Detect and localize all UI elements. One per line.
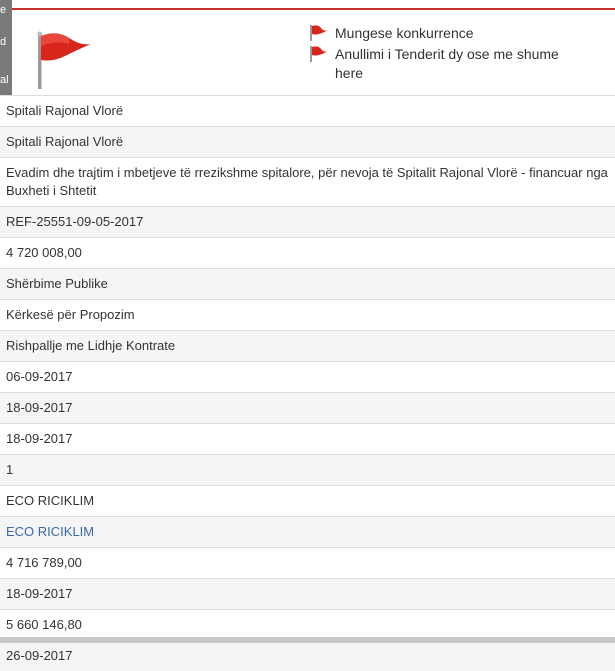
tender-details-table: Spitali Rajonal Vlorë Spitali Rajonal Vl… <box>0 95 615 671</box>
contracting-authority: Spitali Rajonal Vlorë <box>6 103 124 118</box>
contract-value: 5 660 146,80 <box>6 617 82 632</box>
authority-row: Spitali Rajonal Vlorë <box>0 126 615 157</box>
tender-status: Rishpallje me Lidhje Kontrate <box>6 338 176 353</box>
left-panel-edge: e d al <box>0 0 12 95</box>
limit-fund: 4 720 008,00 <box>6 245 82 260</box>
winning-offer: 4 716 789,00 <box>6 555 82 570</box>
left-panel-text-fragment: e <box>0 4 7 16</box>
horizontal-scrollbar[interactable] <box>0 637 615 643</box>
winner-link-row[interactable]: ECO RICIKLIM <box>0 516 615 547</box>
reference-row: REF-25551-09-05-2017 <box>0 206 615 237</box>
winner-row: ECO RICIKLIM <box>0 485 615 516</box>
contract-signing-date: 26-09-2017 <box>6 648 73 663</box>
winner-name: ECO RICIKLIM <box>6 493 95 508</box>
winner-announcement-date: 18-09-2017 <box>6 586 73 601</box>
winner-link[interactable]: ECO RICIKLIM <box>6 524 94 539</box>
winning-offer-row: 4 716 789,00 <box>0 547 615 578</box>
contract-value-row: 5 660 146,80 <box>0 609 615 640</box>
flag-label: Mungese konkurrence <box>335 25 474 41</box>
procedure-type-row: Kërkesë për Propozim <box>0 299 615 330</box>
left-panel-text-fragment: al <box>0 74 9 86</box>
tender-object-row: Evadim dhe trajtim i mbetjeve të rreziks… <box>0 157 615 206</box>
small-red-flag-icon <box>310 46 328 62</box>
deadline-date-row: 18-09-2017 <box>0 423 615 454</box>
contract-type: Shërbime Publike <box>6 276 108 291</box>
flag-label: Anullimi i Tenderit dy ose me shume here <box>335 46 559 81</box>
opening-date: 18-09-2017 <box>6 400 73 415</box>
red-flag-icon <box>37 31 91 89</box>
authority-name: Spitali Rajonal Vlorë <box>6 134 124 149</box>
reference-number: REF-25551-09-05-2017 <box>6 214 144 229</box>
contract-date-row: 26-09-2017 <box>0 640 615 671</box>
flag-item: Mungese konkurrence <box>309 24 585 43</box>
opening-date-row: 18-09-2017 <box>0 392 615 423</box>
procedure-type: Kërkesë për Propozim <box>6 307 135 322</box>
flag-list: Mungese konkurrence Anullimi i Tenderit … <box>309 24 585 85</box>
contracting-authority-row: Spitali Rajonal Vlorë <box>0 95 615 126</box>
deadline-date: 18-09-2017 <box>6 431 73 446</box>
tender-object: Evadim dhe trajtim i mbetjeve të rreziks… <box>6 165 608 198</box>
contract-type-row: Shërbime Publike <box>0 268 615 299</box>
status-row: Rishpallje me Lidhje Kontrate <box>0 330 615 361</box>
flag-item: Anullimi i Tenderit dy ose me shume here <box>309 45 585 83</box>
bidders-count-row: 1 <box>0 454 615 485</box>
publication-date-row: 06-09-2017 <box>0 361 615 392</box>
winner-date-row: 18-09-2017 <box>0 578 615 609</box>
publication-date: 06-09-2017 <box>6 369 73 384</box>
left-panel-text-fragment: d <box>0 36 7 48</box>
limit-fund-row: 4 720 008,00 <box>0 237 615 268</box>
red-flags-section: Mungese konkurrence Anullimi i Tenderit … <box>0 10 615 95</box>
small-red-flag-icon <box>310 25 328 41</box>
bidders-count: 1 <box>6 462 14 477</box>
